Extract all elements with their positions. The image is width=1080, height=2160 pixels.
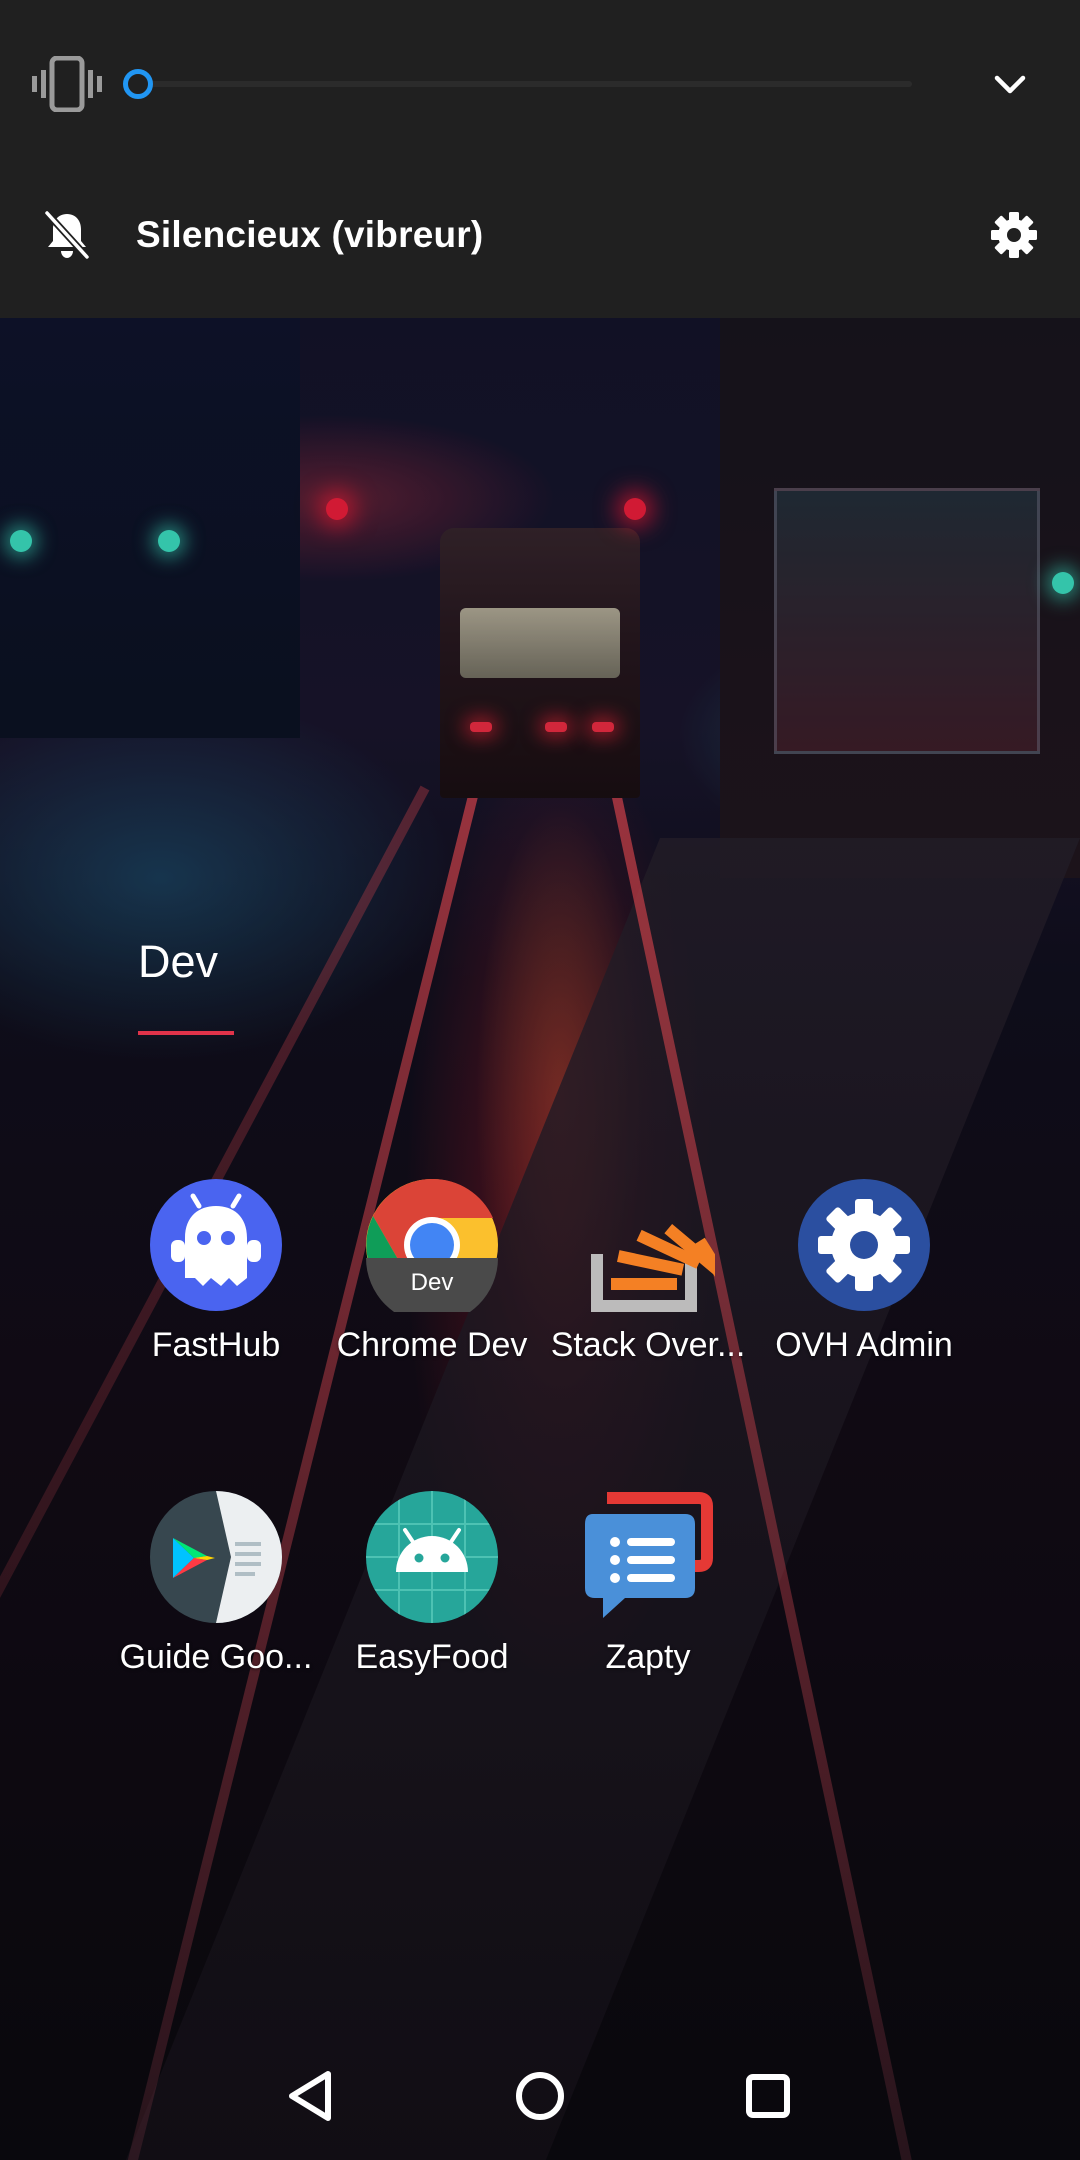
ovh-admin-icon [797,1178,931,1312]
back-icon[interactable] [284,2068,340,2124]
volume-panel: Silencieux (vibreur) [0,0,1080,318]
app-label: Chrome Dev [336,1326,528,1364]
app-label: Guide Goo... [119,1638,313,1676]
chrome-dev-icon: Dev [365,1178,499,1324]
gear-icon[interactable] [990,211,1038,259]
ringer-mode-label[interactable]: Silencieux (vibreur) [136,214,483,256]
app-ovh-admin[interactable]: OVH Admin [756,1178,972,1418]
stack-overflow-icon [581,1178,740,1312]
easyfood-icon [365,1490,499,1624]
app-chrome-dev[interactable]: Dev Chrome Dev [324,1178,540,1418]
vibrate-icon[interactable] [32,55,102,113]
app-stack-overflow[interactable]: Stack Over... [540,1178,756,1418]
app-guide-google[interactable]: Guide Goo... [108,1490,324,1730]
folder-title-underline [138,1031,234,1035]
chrome-dev-badge: Dev [411,1269,454,1296]
app-label: FastHub [151,1326,281,1364]
app-zapty[interactable]: Zapty [540,1490,756,1730]
recents-icon[interactable] [740,2068,796,2124]
app-label: OVH Admin [775,1326,953,1364]
ring-volume-thumb[interactable] [123,69,153,99]
chevron-down-icon[interactable] [992,66,1028,102]
home-icon[interactable] [512,2068,568,2124]
folder-title[interactable]: Dev [138,936,218,988]
app-label: Stack Over... [550,1326,746,1364]
app-easyfood[interactable]: EasyFood [324,1490,540,1730]
play-guide-icon [149,1490,283,1624]
app-label: Zapty [605,1638,691,1676]
bell-off-icon[interactable] [44,210,90,260]
app-label: EasyFood [355,1638,509,1676]
ring-volume-slider[interactable] [123,69,912,99]
app-fasthub[interactable]: FastHub [108,1178,324,1418]
fasthub-icon [149,1178,283,1312]
zapty-icon [581,1490,715,1624]
